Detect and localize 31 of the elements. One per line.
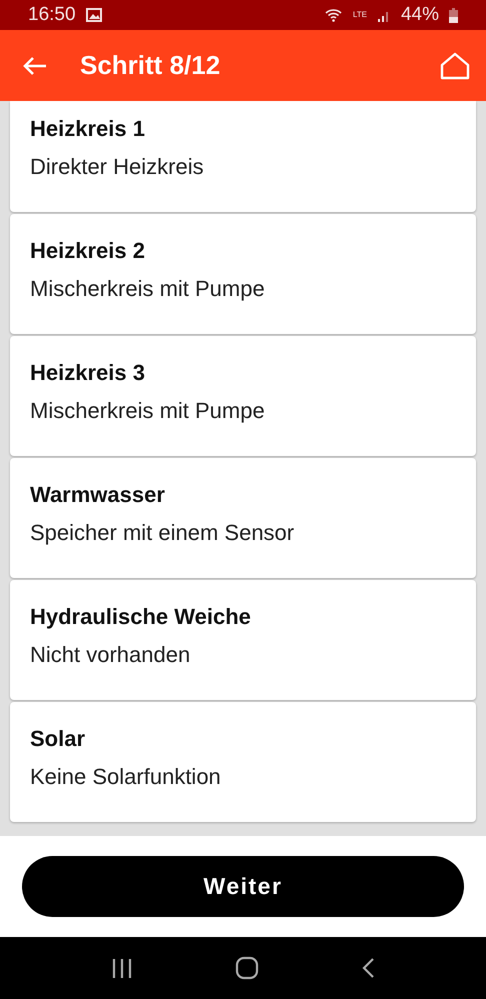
network-type: LTE [352, 11, 367, 19]
option-title: Hydraulische Weiche [30, 604, 251, 630]
status-time: 16:50 [28, 4, 76, 26]
image-icon [86, 8, 102, 22]
option-title: Heizkreis 1 [30, 116, 145, 142]
option-title: Heizkreis 2 [30, 238, 145, 264]
option-value: Keine Solarfunktion [30, 764, 221, 790]
battery-level: 44% [400, 4, 439, 26]
option-value: Mischerkreis mit Pumpe [30, 276, 265, 302]
battery-icon [449, 8, 458, 22]
option-title: Solar [30, 726, 86, 752]
option-card[interactable]: Hydraulische Weiche Nicht vorhanden [10, 580, 476, 700]
option-title: Warmwasser [30, 482, 165, 508]
option-card[interactable]: Heizkreis 3 Mischerkreis mit Pumpe [10, 336, 476, 456]
option-card[interactable]: Warmwasser Speicher mit einem Sensor [10, 458, 476, 578]
recent-apps-button[interactable] [111, 957, 133, 979]
step-title: Schritt 8/12 [80, 50, 222, 81]
option-value: Direkter Heizkreis [30, 154, 204, 180]
option-card[interactable]: Solar Keine Solarfunktion [10, 702, 476, 822]
option-value: Speicher mit einem Sensor [30, 520, 294, 546]
back-nav-button[interactable] [361, 957, 375, 979]
home-button[interactable] [440, 52, 470, 80]
back-button[interactable] [22, 54, 48, 76]
option-value: Nicht vorhanden [30, 642, 190, 668]
option-card[interactable]: Heizkreis 1 Direkter Heizkreis [10, 101, 476, 212]
option-value: Mischerkreis mit Pumpe [30, 398, 265, 424]
next-button[interactable]: Weiter [22, 856, 464, 917]
option-title: Heizkreis 3 [30, 360, 145, 386]
home-nav-button[interactable] [235, 956, 259, 980]
wifi-icon [324, 8, 343, 22]
option-card[interactable]: Heizkreis 2 Mischerkreis mit Pumpe [10, 214, 476, 334]
